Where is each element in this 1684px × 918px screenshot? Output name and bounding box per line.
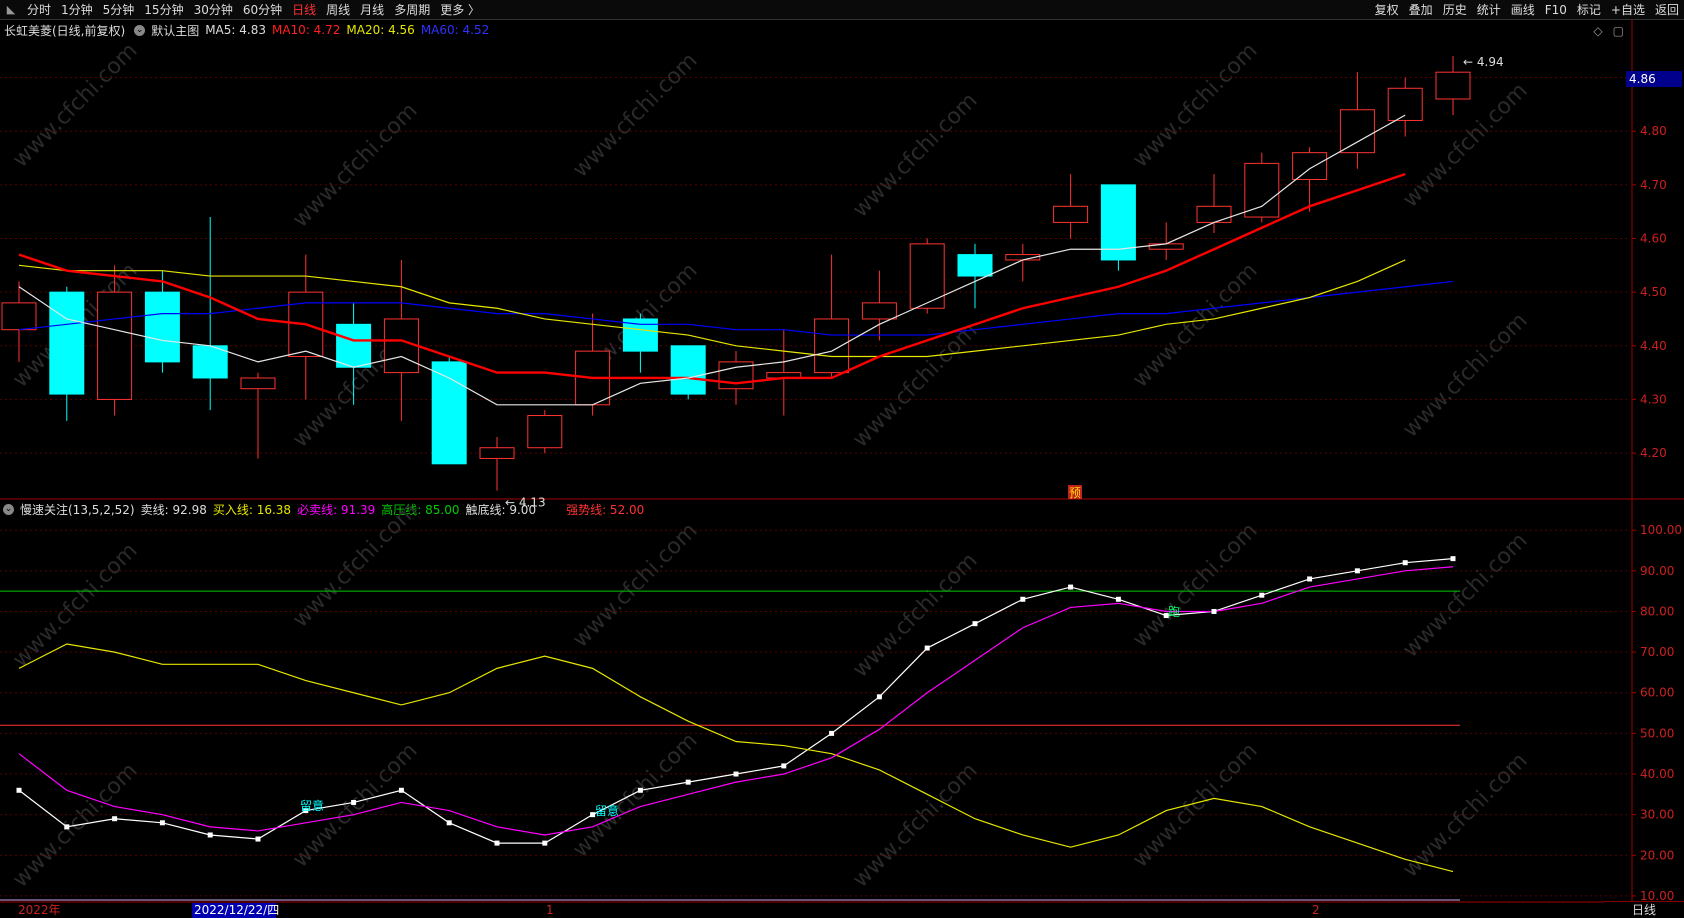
watermark-9: www.cfchi.com bbox=[848, 318, 982, 452]
sell-marker-4 bbox=[207, 832, 213, 838]
current-price-tag: 4.86 bbox=[1626, 71, 1682, 87]
sell-marker-20 bbox=[972, 621, 978, 627]
sell-marker-15 bbox=[733, 771, 739, 777]
sell-marker-22 bbox=[1068, 584, 1074, 590]
ind-tick-label-4: 50.00 bbox=[1640, 726, 1674, 740]
candle-body-14 bbox=[670, 345, 706, 395]
sell-marker-10 bbox=[494, 840, 500, 846]
watermark-10: www.cfchi.com bbox=[1128, 258, 1262, 392]
candle-body-27 bbox=[1292, 152, 1328, 180]
sell-marker-25 bbox=[1211, 608, 1217, 614]
candle-body-2 bbox=[97, 291, 133, 400]
watermark-3: www.cfchi.com bbox=[848, 88, 982, 222]
watermark-13: www.cfchi.com bbox=[288, 498, 422, 632]
ind-tick-label-5: 60.00 bbox=[1640, 686, 1674, 700]
sell-marker-16 bbox=[781, 763, 787, 769]
sell-marker-13 bbox=[637, 787, 643, 793]
candle-body-7 bbox=[336, 323, 372, 368]
main-tick-label-3: 4.50 bbox=[1640, 285, 1667, 299]
sell-marker-2 bbox=[112, 816, 118, 822]
candle-body-8 bbox=[383, 318, 419, 374]
candle-body-1 bbox=[49, 291, 85, 395]
sell-marker-19 bbox=[924, 645, 930, 651]
sell-marker-21 bbox=[1020, 596, 1026, 602]
x-label-0: 2022年 bbox=[18, 903, 61, 917]
sell-marker-7 bbox=[351, 799, 357, 805]
sell-marker-14 bbox=[685, 779, 691, 785]
tag-main: 预 bbox=[1069, 486, 1081, 500]
sell-marker-1 bbox=[64, 824, 70, 830]
candle-body-10 bbox=[479, 447, 515, 459]
watermark-16: www.cfchi.com bbox=[1128, 518, 1262, 652]
main-tick-label-4: 4.60 bbox=[1640, 231, 1667, 245]
low-price-label: ← 4.13 bbox=[505, 496, 546, 510]
candle-body-20 bbox=[957, 254, 993, 277]
watermark-1: www.cfchi.com bbox=[288, 98, 422, 232]
sell-marker-28 bbox=[1354, 568, 1360, 574]
sell-marker-0 bbox=[16, 787, 22, 793]
ind-tag-2: 跑 bbox=[1168, 605, 1180, 619]
watermark-22: www.cfchi.com bbox=[1128, 738, 1262, 872]
sell-marker-23 bbox=[1115, 596, 1121, 602]
watermark-14: www.cfchi.com bbox=[568, 518, 702, 652]
sell-marker-30 bbox=[1450, 556, 1456, 562]
ind-tag-0: 留意 bbox=[300, 798, 324, 813]
candle-body-3 bbox=[144, 291, 180, 363]
main-tick-label-1: 4.30 bbox=[1640, 392, 1667, 406]
watermark-15: www.cfchi.com bbox=[848, 548, 982, 682]
watermark-21: www.cfchi.com bbox=[848, 758, 982, 892]
sell-marker-9 bbox=[446, 820, 452, 826]
candle-body-19 bbox=[909, 243, 945, 309]
sell-marker-8 bbox=[398, 787, 404, 793]
sell-marker-18 bbox=[876, 694, 882, 700]
candle-body-4 bbox=[192, 345, 228, 379]
candle-body-9 bbox=[431, 361, 467, 465]
sell-marker-17 bbox=[829, 730, 835, 736]
candle-body-25 bbox=[1196, 205, 1232, 223]
ind-tick-label-1: 20.00 bbox=[1640, 848, 1674, 862]
sell-marker-27 bbox=[1307, 576, 1313, 582]
x-label-2: 1 bbox=[546, 903, 554, 917]
watermark-2: www.cfchi.com bbox=[568, 48, 702, 182]
candle-body-22 bbox=[1053, 205, 1089, 223]
x-label-3: 2 bbox=[1312, 903, 1320, 917]
ind-tick-label-8: 90.00 bbox=[1640, 564, 1674, 578]
sell-marker-26 bbox=[1259, 592, 1265, 598]
chart-canvas[interactable]: www.cfchi.com www.cfchi.com www.cfchi.com w… bbox=[0, 0, 1684, 918]
high-price-label: ← 4.94 bbox=[1463, 55, 1504, 69]
candle-body-0 bbox=[1, 302, 37, 331]
sell-marker-5 bbox=[255, 836, 261, 842]
main-tick-label-6: 4.80 bbox=[1640, 124, 1667, 138]
candle-body-17 bbox=[814, 318, 850, 374]
main-tick-label-5: 4.70 bbox=[1640, 178, 1667, 192]
sell-marker-3 bbox=[159, 820, 165, 826]
watermark-4: www.cfchi.com bbox=[1128, 38, 1262, 172]
candle-body-5 bbox=[240, 377, 276, 390]
x-label-1: 2022/12/22/四 bbox=[194, 903, 279, 917]
sell-line bbox=[18, 558, 1454, 844]
ind-tick-label-7: 80.00 bbox=[1640, 604, 1674, 618]
candle-body-30 bbox=[1435, 71, 1471, 100]
ind-tick-label-3: 40.00 bbox=[1640, 767, 1674, 781]
ind-tick-label-6: 70.00 bbox=[1640, 645, 1674, 659]
watermark-11: www.cfchi.com bbox=[1398, 308, 1532, 442]
sell-marker-11 bbox=[542, 840, 548, 846]
watermark-17: www.cfchi.com bbox=[1398, 528, 1532, 662]
watermark-0: www.cfchi.com bbox=[8, 38, 142, 172]
period-label[interactable]: 日线 bbox=[1604, 901, 1684, 918]
ind-tag-1: 留意 bbox=[595, 803, 619, 818]
candle-body-26 bbox=[1244, 162, 1280, 218]
must-sell-line bbox=[18, 566, 1454, 836]
sell-marker-29 bbox=[1402, 560, 1408, 566]
ind-tick-label-9: 100.00 bbox=[1640, 523, 1682, 537]
candle-body-28 bbox=[1339, 109, 1375, 154]
ind-tick-label-2: 30.00 bbox=[1640, 808, 1674, 822]
candle-body-11 bbox=[527, 415, 563, 449]
candle-body-18 bbox=[861, 302, 897, 320]
main-tick-label-2: 4.40 bbox=[1640, 339, 1667, 353]
main-tick-label-0: 4.20 bbox=[1640, 446, 1667, 460]
